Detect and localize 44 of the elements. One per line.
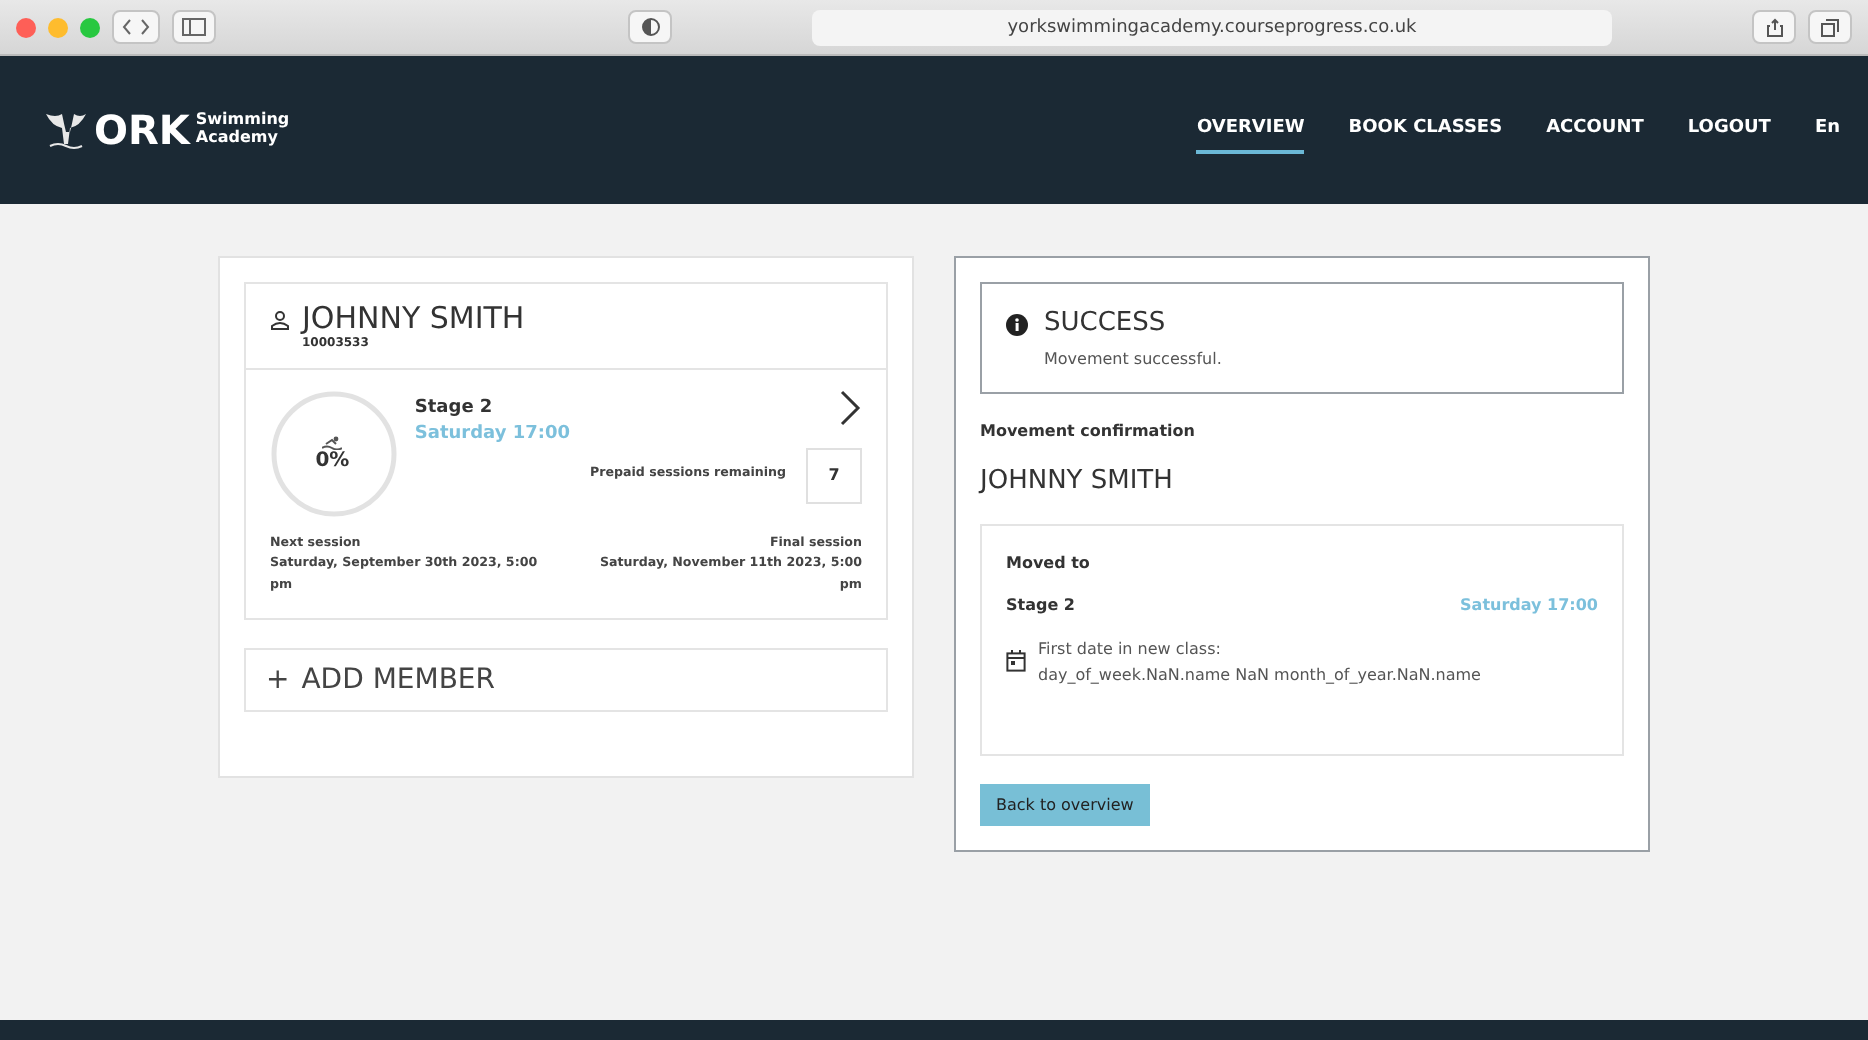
swimmer-icon [322, 435, 343, 449]
zoom-dot[interactable] [80, 17, 100, 37]
sidebar-button[interactable] [172, 10, 216, 44]
half-circle-icon[interactable] [641, 18, 659, 36]
logo-text: Swimming [195, 112, 290, 129]
chevron-right-icon[interactable] [838, 389, 862, 431]
person-icon [270, 310, 290, 330]
nav-link[interactable]: OVERVIEW [1196, 106, 1305, 154]
class-time: Saturday 17:00 [1460, 596, 1598, 615]
logo-text: Academy [195, 130, 280, 148]
chevrons-icon[interactable] [120, 18, 152, 36]
stage-name: Stage 2 [414, 397, 495, 417]
back-forward-button[interactable] [112, 10, 160, 44]
member-name: JOHNNY SMITH [980, 468, 1175, 497]
moved-to-label: Moved to [1006, 554, 1092, 573]
nav-link[interactable]: ACCOUNT [1546, 106, 1644, 154]
nav-link[interactable]: En [1814, 106, 1840, 154]
progress-percent: 0% [315, 449, 350, 471]
first-date-label: First date in new class: [1038, 638, 1223, 663]
sidebar-icon[interactable] [182, 18, 206, 36]
alert-title: SUCCESS [1044, 308, 1168, 338]
share-icon[interactable] [1765, 17, 1783, 37]
whale-tail-icon [44, 108, 88, 152]
address-field[interactable]: yorkswimmingacademy.courseprogress.co.uk [812, 9, 1612, 45]
calendar-icon [1006, 650, 1026, 673]
confirmation-heading: Movement confirmation [980, 422, 1197, 440]
tabs-button[interactable] [1808, 10, 1852, 44]
stage-name: Stage 2 [1006, 596, 1075, 615]
first-date-value: day_of_week.NaN.name NaN month_of_year.NaN.name [1038, 664, 1481, 689]
nav-link[interactable]: LOGOUT [1687, 106, 1771, 154]
member-name: JOHNNY SMITH [302, 302, 525, 335]
privacy-button[interactable] [628, 10, 672, 44]
alert-message: Movement successful. [1044, 350, 1222, 368]
class-time: Saturday 17:00 [414, 423, 570, 443]
add-member-button[interactable]: + ADD MEMBER [244, 647, 888, 712]
minimize-dot[interactable] [48, 17, 68, 37]
tabs-icon[interactable] [1820, 17, 1840, 37]
logo-wordmark: ORK [94, 106, 190, 154]
prepaid-count: 7 [806, 447, 862, 503]
share-button[interactable] [1752, 10, 1796, 44]
info-icon [1006, 314, 1028, 336]
nav-link[interactable]: BOOK CLASSES [1348, 106, 1503, 154]
back-to-overview-button[interactable]: Back to overview [980, 783, 1150, 826]
close-dot[interactable] [16, 17, 36, 37]
